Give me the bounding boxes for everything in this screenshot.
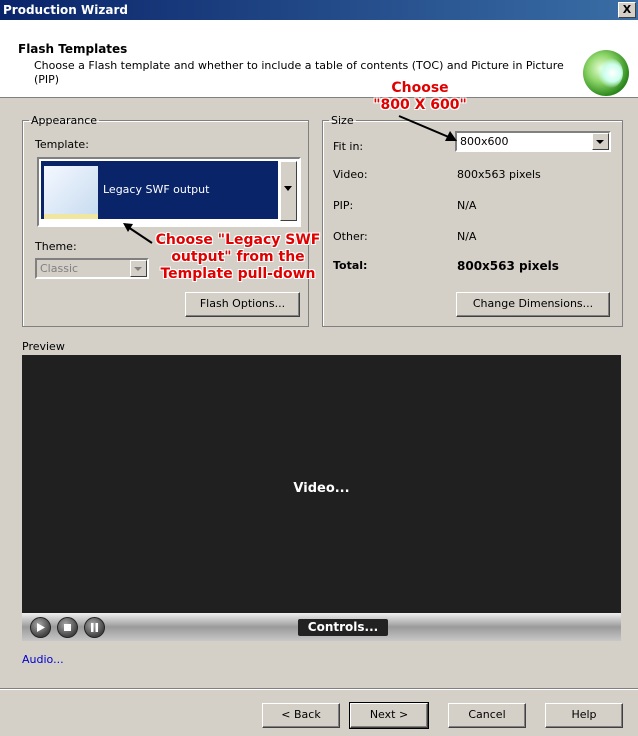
wizard-header: Flash Templates Choose a Flash template … [0, 20, 638, 98]
video-preview: Video... [22, 355, 621, 613]
change-dimensions-button[interactable]: Change Dimensions... [456, 292, 610, 317]
fit-in-value: 800x600 [460, 135, 509, 148]
pip-value: N/A [457, 199, 477, 212]
preview-label: Preview [22, 340, 65, 353]
other-label: Other: [333, 230, 368, 243]
flash-options-button[interactable]: Flash Options... [185, 292, 300, 317]
template-annotation-arrow [123, 223, 153, 244]
footer-divider [0, 688, 638, 690]
theme-label: Theme: [35, 240, 77, 253]
controls-label: Controls... [298, 619, 388, 636]
template-annotation: Choose "Legacy SWF output" from the Temp… [148, 232, 328, 283]
size-annotation: Choose "800 X 600" [350, 80, 490, 114]
next-button[interactable]: Next > [349, 702, 429, 729]
total-label: Total: [333, 259, 368, 272]
size-legend: Size [331, 114, 354, 127]
theme-value: Classic [40, 262, 79, 275]
theme-dropdown: Classic [35, 258, 149, 279]
fit-in-label: Fit in: [333, 140, 364, 153]
camtasia-logo-icon [583, 50, 629, 96]
appearance-legend: Appearance [31, 114, 98, 127]
video-label: Video: [333, 168, 368, 181]
template-annotation-line2: output" from the [171, 249, 305, 265]
page-title: Flash Templates [18, 42, 128, 56]
pause-icon[interactable] [84, 617, 105, 638]
video-value: 800x563 pixels [457, 168, 541, 181]
template-selected-item[interactable]: Legacy SWF output [41, 161, 278, 219]
other-value: N/A [457, 230, 477, 243]
page-description: Choose a Flash template and whether to i… [34, 59, 564, 86]
play-icon[interactable] [30, 617, 51, 638]
playback-controls-bar: Controls... [22, 613, 621, 641]
audio-link[interactable]: Audio... [22, 653, 64, 666]
size-annotation-arrow [398, 115, 457, 141]
template-dropdown-arrow[interactable] [280, 161, 297, 221]
template-label: Template: [35, 138, 89, 151]
cancel-button[interactable]: Cancel [448, 703, 526, 728]
size-annotation-line1: Choose [391, 80, 449, 96]
pip-label: PIP: [333, 199, 354, 212]
template-thumbnail [44, 166, 98, 219]
chevron-down-icon[interactable] [592, 133, 609, 150]
window-title: Production Wizard [3, 3, 128, 17]
total-value: 800x563 pixels [457, 259, 559, 273]
stop-icon[interactable] [57, 617, 78, 638]
back-button[interactable]: < Back [262, 703, 340, 728]
fit-in-dropdown[interactable]: 800x600 [455, 131, 611, 152]
template-annotation-line3: Template pull-down [160, 266, 316, 282]
template-value: Legacy SWF output [103, 183, 210, 196]
template-dropdown[interactable]: Legacy SWF output [37, 157, 301, 227]
help-button[interactable]: Help [545, 703, 623, 728]
template-annotation-line1: Choose "Legacy SWF [155, 232, 321, 248]
chevron-down-icon [130, 260, 147, 277]
title-bar: Production Wizard X [0, 0, 638, 20]
close-button[interactable]: X [618, 2, 636, 18]
video-placeholder-text: Video... [293, 481, 350, 496]
